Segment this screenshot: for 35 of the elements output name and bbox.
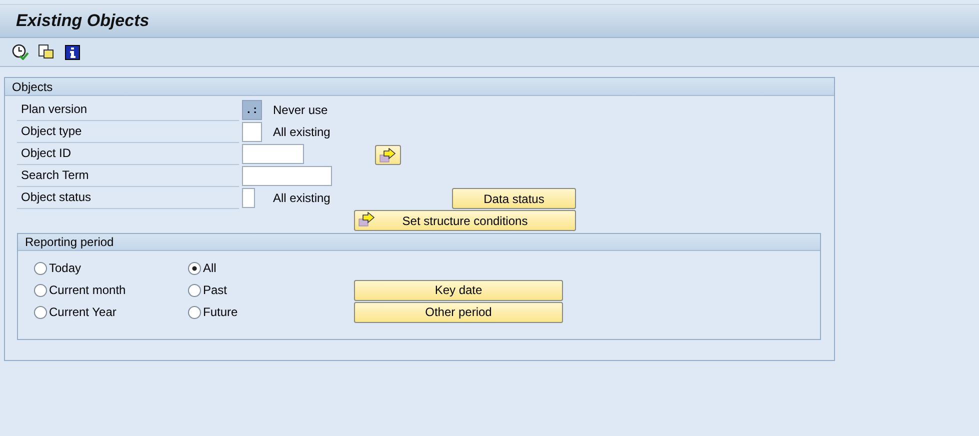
input-field[interactable]	[242, 122, 262, 142]
period-button[interactable]: Key date	[354, 280, 563, 300]
radio-option[interactable]: Today	[34, 261, 82, 275]
field-label: Object status	[17, 187, 239, 209]
input-field[interactable]	[242, 166, 332, 186]
info-icon	[64, 44, 80, 60]
radio-option[interactable]: Current Year	[34, 305, 116, 319]
field-note: All existing	[273, 125, 332, 139]
field-label: Plan version	[17, 99, 239, 121]
period-button[interactable]: Other period	[354, 302, 563, 322]
selection-field[interactable]: . :	[242, 100, 262, 120]
radio-option[interactable]: Current month	[34, 283, 126, 297]
group-title: Objects	[12, 80, 53, 94]
clock-check-button[interactable]	[11, 43, 29, 61]
group-title: Reporting period	[25, 235, 114, 249]
clock-check-icon	[12, 44, 28, 60]
copy-button[interactable]	[37, 43, 55, 61]
input-field[interactable]	[242, 144, 304, 164]
radio-option[interactable]: All	[188, 261, 216, 275]
window-title: Existing Objects	[16, 11, 150, 31]
execute-button[interactable]	[375, 145, 401, 165]
info-button[interactable]	[63, 43, 81, 61]
radio-option[interactable]: Future	[188, 305, 238, 319]
input-field[interactable]	[242, 188, 255, 208]
copy-icon	[38, 44, 54, 60]
radio-option[interactable]: Past	[188, 283, 228, 297]
field-note: Never use	[273, 103, 329, 117]
field-note: All existing	[273, 191, 332, 205]
field-label: Search Term	[17, 165, 239, 187]
arrow-icon	[358, 212, 376, 227]
data-status-button[interactable]: Data status	[452, 188, 576, 209]
arrow-icon	[379, 148, 397, 162]
structure-conditions-button[interactable]: Set structure conditions	[354, 210, 576, 231]
field-label: Object ID	[17, 143, 239, 165]
field-label: Object type	[17, 121, 239, 143]
